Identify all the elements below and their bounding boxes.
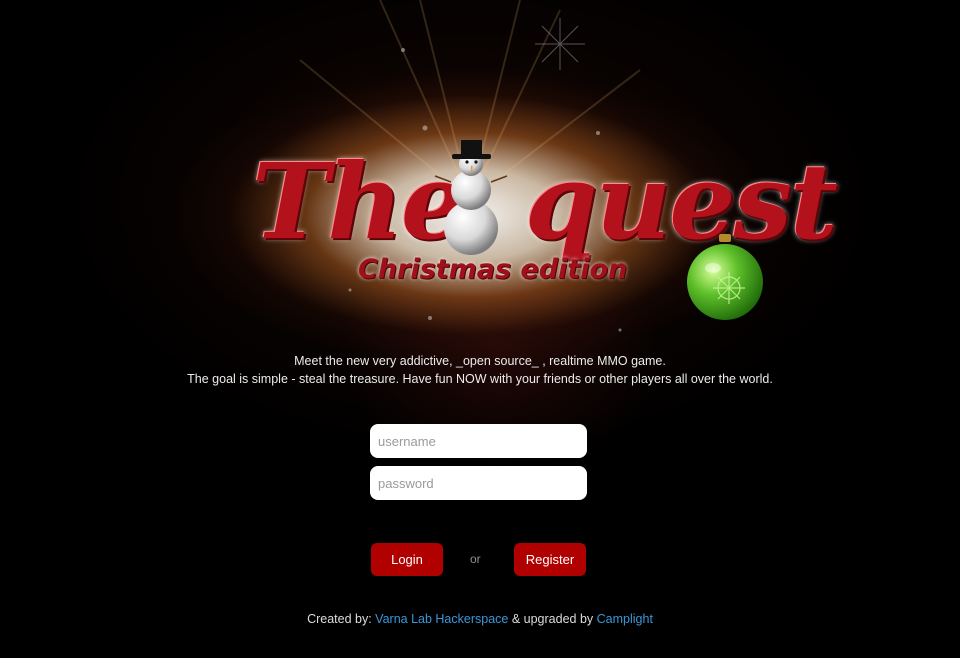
login-button[interactable]: Login bbox=[371, 543, 443, 576]
intro-text: Meet the new very addictive, _open sourc… bbox=[0, 352, 960, 388]
intro-line-2: The goal is simple - steal the treasure.… bbox=[187, 372, 773, 386]
logo-subtitle: Christmas edition bbox=[358, 254, 628, 285]
register-button[interactable]: Register bbox=[514, 543, 586, 576]
footer-middle: & upgraded by bbox=[511, 612, 594, 626]
snowman-icon bbox=[434, 140, 508, 255]
or-separator: or bbox=[470, 552, 481, 566]
username-input[interactable] bbox=[370, 424, 587, 458]
intro-line-1: Meet the new very addictive, _open sourc… bbox=[294, 354, 666, 368]
footer-credits: Created by: Varna Lab Hackerspace & upgr… bbox=[0, 612, 960, 626]
varna-lab-link[interactable]: Varna Lab Hackerspace bbox=[375, 612, 508, 626]
logo-word-quest: quest bbox=[525, 140, 838, 263]
password-input[interactable] bbox=[370, 466, 587, 500]
game-landing-page: The quest Christmas edition Meet the new… bbox=[0, 0, 960, 658]
christmas-ornament-icon bbox=[687, 234, 763, 320]
footer-prefix: Created by: bbox=[307, 612, 372, 626]
camplight-link[interactable]: Camplight bbox=[597, 612, 653, 626]
